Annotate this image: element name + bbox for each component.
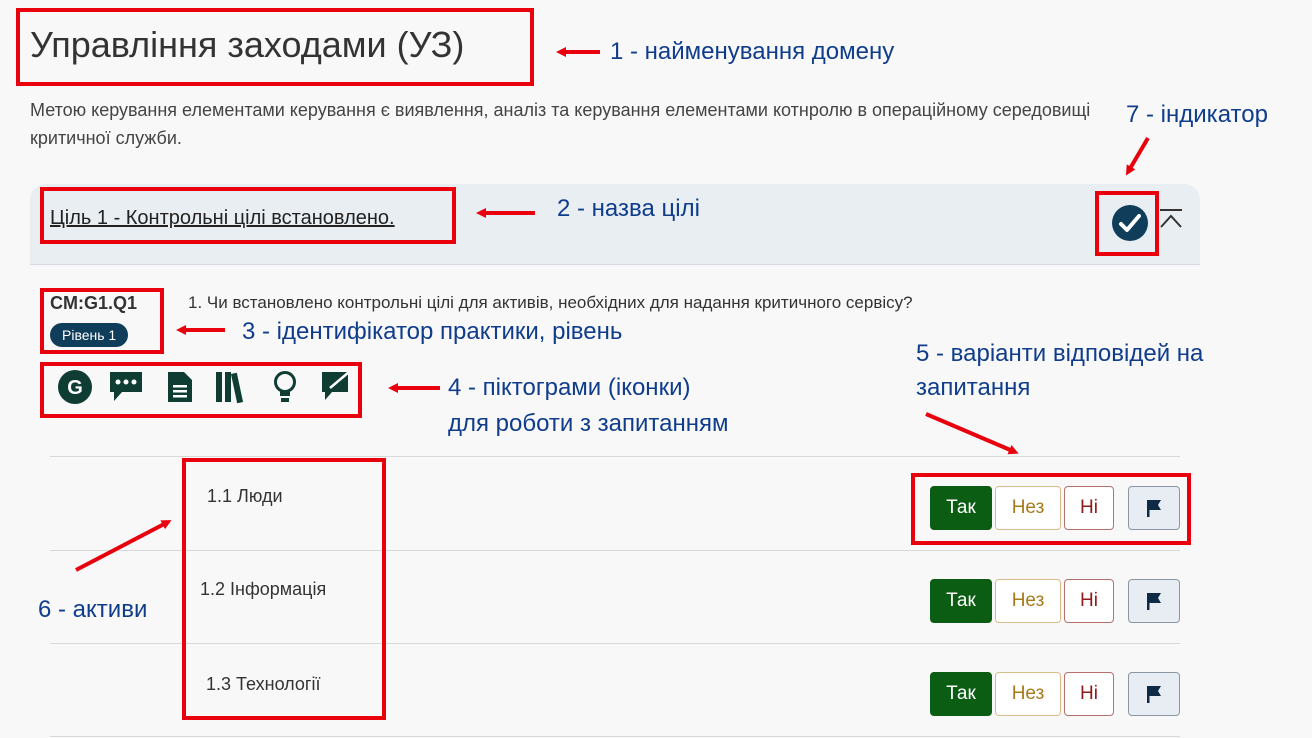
- annotation-2-label: 2 - назва цілі: [557, 195, 700, 222]
- annotation-6-label: 6 - активи: [38, 596, 148, 623]
- arrow-indicator: [1125, 136, 1150, 176]
- annotation-5-label-line2: запитання: [916, 374, 1031, 401]
- annotation-7-label: 7 - індикатор: [1126, 101, 1268, 128]
- annotation-4-label-line2: для роботи з запитанням: [448, 410, 729, 437]
- annotation-3-label: 3 - ідентифікатор практики, рівень: [242, 318, 623, 345]
- arrow-assets: [75, 520, 172, 572]
- arrow-answers: [925, 412, 1019, 455]
- annotation-5-label: 5 - варіанти відповідей на: [916, 340, 1204, 367]
- annotation-1-label: 1 - найменування домену: [610, 38, 895, 65]
- annotation-4-label: 4 - піктограми (іконки): [448, 374, 691, 401]
